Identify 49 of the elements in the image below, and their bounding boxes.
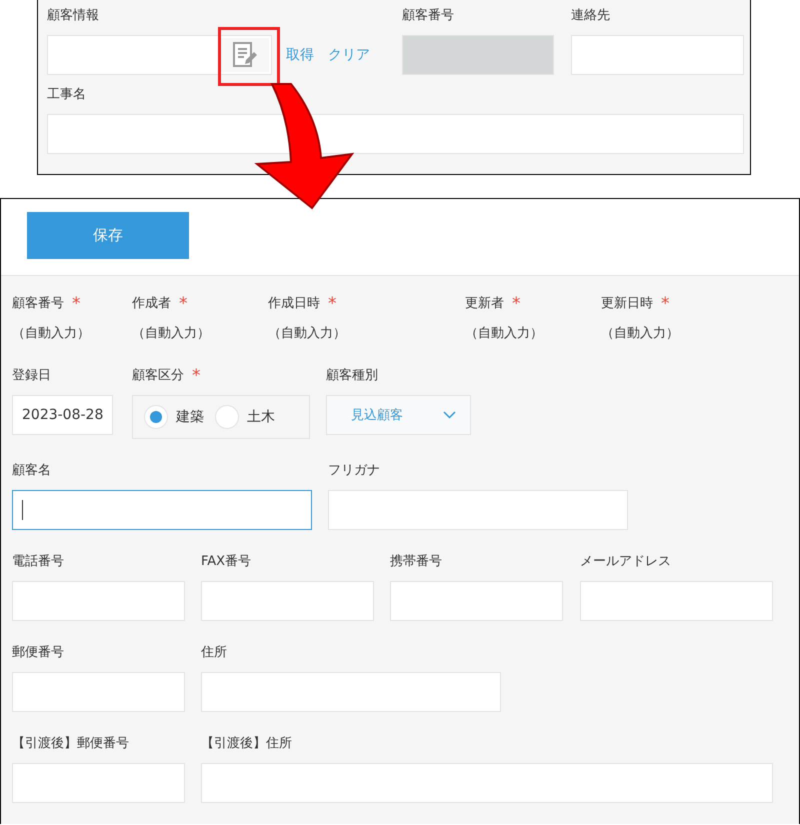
date-field[interactable]: 2023-08-28 <box>12 395 113 435</box>
field-label: 顧客区分 <box>132 367 184 385</box>
highlight-frame <box>218 27 280 86</box>
save-button[interactable]: 保存 <box>27 212 189 259</box>
auto-value: （自動入力） <box>12 325 91 343</box>
auto-value: （自動入力） <box>465 325 544 343</box>
field-label: 工事名 <box>47 86 87 104</box>
text-cursor <box>22 500 23 520</box>
field-label: FAX番号 <box>201 553 252 571</box>
edit-document-icon <box>233 42 257 68</box>
field-label: 顧客番号 <box>402 7 455 25</box>
field-label: 更新者 <box>465 295 504 313</box>
auto-value: （自動入力） <box>268 325 347 343</box>
field-label: 顧客情報 <box>47 7 100 25</box>
edit-document-button[interactable] <box>221 38 269 72</box>
field-label: 更新日時 <box>601 295 653 313</box>
radio-option[interactable]: 土木 <box>216 406 275 428</box>
field-label: 【引渡後】郵便番号 <box>12 735 129 753</box>
auto-value: （自動入力） <box>132 325 211 343</box>
input-field[interactable] <box>12 490 312 530</box>
chevron-down-icon <box>443 411 456 419</box>
required-mark: * <box>192 366 200 386</box>
radio-option[interactable]: 建築 <box>145 406 204 428</box>
lookup-field[interactable] <box>47 35 272 75</box>
required-mark: * <box>179 294 188 314</box>
required-mark: * <box>512 294 520 314</box>
radio-icon[interactable] <box>145 406 167 428</box>
dropdown[interactable]: 見込顧客 <box>326 395 471 435</box>
field-label: 連絡先 <box>571 7 611 25</box>
radio-icon[interactable] <box>216 406 238 428</box>
field-label: 電話番号 <box>12 553 64 571</box>
field-label: 郵便番号 <box>12 644 64 662</box>
field-label: 【引渡後】住所 <box>201 735 292 753</box>
field-label: フリガナ <box>328 462 380 480</box>
field-label: 作成日時 <box>268 295 320 313</box>
lookup-link[interactable]: クリア <box>328 46 370 64</box>
required-mark: * <box>72 294 80 314</box>
lookup-link[interactable]: 取得 <box>286 46 314 64</box>
field-label: メールアドレス <box>580 553 671 571</box>
field-label: 顧客名 <box>12 462 51 480</box>
field-label: 顧客種別 <box>326 367 378 385</box>
field-label: 携帯番号 <box>390 553 442 571</box>
field-label: 顧客番号 <box>12 295 64 313</box>
field-label: 住所 <box>201 644 227 662</box>
field-label: 作成者 <box>132 295 171 313</box>
required-mark: * <box>661 294 670 314</box>
auto-value: （自動入力） <box>601 325 680 343</box>
required-mark: * <box>328 294 336 314</box>
field-label: 登録日 <box>12 367 51 385</box>
